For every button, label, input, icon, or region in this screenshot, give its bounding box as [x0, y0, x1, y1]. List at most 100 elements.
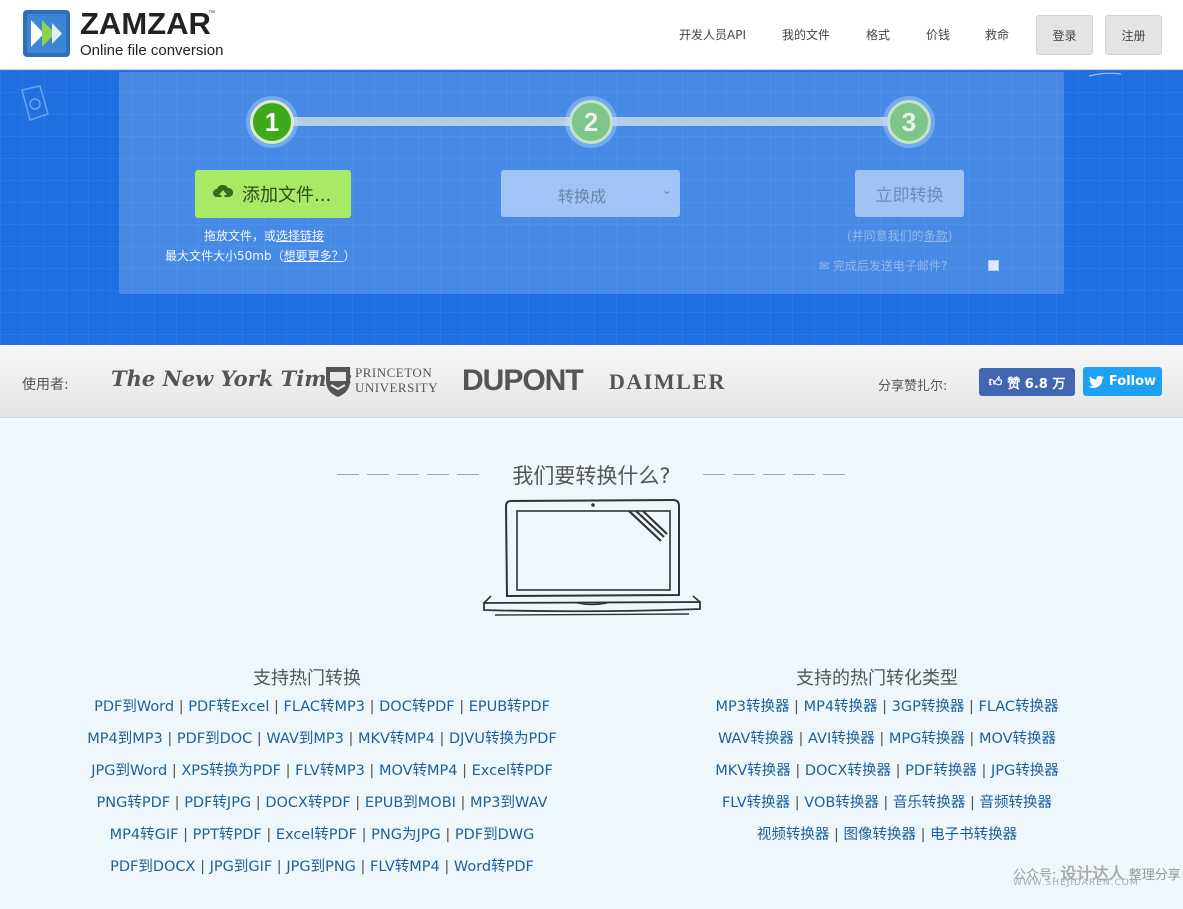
nav-my-files[interactable]: 我的文件 [782, 26, 830, 43]
conversion-link[interactable]: PDF转JPG [184, 795, 251, 811]
conversion-link[interactable]: 图像转换器 [844, 827, 917, 843]
conversion-link[interactable]: AVI转换器 [808, 731, 875, 747]
facebook-like-button[interactable]: 👍︎ 赞 6.8 万 [979, 368, 1075, 396]
conversion-link[interactable]: PPT转PDF [193, 827, 262, 843]
want-more-link[interactable]: 想要更多？ [284, 249, 344, 263]
conversion-link[interactable]: PDF到Word [94, 699, 174, 715]
conversion-link[interactable]: Excel转PDF [276, 827, 357, 843]
conversion-link[interactable]: MP4转GIF [110, 827, 179, 843]
upload-cloud-icon [213, 184, 234, 201]
conversion-link[interactable]: PDF到DOCX [110, 859, 195, 875]
add-files-label: 添加文件... [242, 185, 332, 206]
conversion-link[interactable]: 音频转换器 [980, 795, 1053, 811]
link-separator: | [439, 859, 454, 875]
conversion-link[interactable]: JPG到Word [91, 763, 167, 779]
conversion-link[interactable]: PNG转PDF [97, 795, 171, 811]
conversion-link[interactable]: JPG转换器 [991, 763, 1059, 779]
conversion-link[interactable]: PDF转换器 [905, 763, 977, 779]
conversion-link[interactable]: JPG到PNG [286, 859, 356, 875]
conversion-link[interactable]: Excel转PDF [472, 763, 553, 779]
max-size-text: 最大文件大小50mb（ [165, 249, 284, 263]
used-by-label: 使用者: [22, 377, 69, 393]
conversion-link[interactable]: MP4到MP3 [87, 731, 162, 747]
link-separator: | [454, 699, 469, 715]
email-notify-checkbox[interactable] [988, 260, 999, 271]
chevron-down-icon: ⌄ [661, 183, 672, 197]
conversion-link[interactable]: MP4转换器 [804, 699, 878, 715]
convert-now-button[interactable]: 立即转换 [855, 170, 964, 217]
princeton-shield-icon [326, 367, 350, 397]
conversion-link[interactable]: MOV转MP4 [379, 763, 458, 779]
terms-hint: (并同意我们的条款) [847, 227, 952, 244]
conversion-link[interactable]: 电子书转换器 [930, 827, 1017, 843]
convert-to-select[interactable]: 转换成 ⌄ [501, 170, 680, 217]
converter-panel: 1 2 3 添加文件... 拖放文件，或选择链接 最大文件大小50mb（想要更多… [119, 72, 1064, 294]
link-separator: | [440, 827, 455, 843]
brand-tagline: Online file conversion [80, 42, 224, 59]
conversion-link[interactable]: PNG为JPG [371, 827, 441, 843]
conversion-link[interactable]: FLV转MP4 [370, 859, 440, 875]
conversion-link[interactable]: PDF到DOC [177, 731, 252, 747]
conversion-link[interactable]: VOB转换器 [804, 795, 879, 811]
conversion-link[interactable]: WAV到MP3 [266, 731, 343, 747]
terms-post: ) [947, 229, 953, 243]
link-row: FLV转换器 | VOB转换器 | 音乐转换器 | 音频转换器 [662, 787, 1112, 819]
conversion-link[interactable]: MKV转换器 [715, 763, 790, 779]
partners-strip: 使用者: The New York Times PRINCETON UNIVER… [0, 345, 1183, 418]
conversion-link[interactable]: 视频转换器 [757, 827, 830, 843]
conversion-link[interactable]: PDF到DWG [455, 827, 535, 843]
nav-pricing[interactable]: 价钱 [926, 26, 950, 43]
email-notify-option: ✉ 完成后发送电子邮件? [819, 257, 947, 274]
conversion-link[interactable]: XPS转换为PDF [181, 763, 281, 779]
site-header: ZAMZAR ™ Online file conversion 开发人员API … [0, 0, 1183, 70]
link-row: MP4转GIF | PPT转PDF | Excel转PDF | PNG为JPG … [62, 819, 582, 851]
link-separator: | [252, 731, 267, 747]
select-link[interactable]: 选择链接 [276, 229, 324, 243]
max-size-hint: 最大文件大小50mb（想要更多？） [165, 247, 356, 264]
nav-developers-api[interactable]: 开发人员API [679, 26, 746, 43]
conversion-link[interactable]: WAV转换器 [718, 731, 794, 747]
terms-link[interactable]: 条款 [924, 229, 948, 243]
popular-types-title: 支持的热门转化类型 [796, 668, 958, 689]
conversion-link[interactable]: DOCX转PDF [265, 795, 350, 811]
nav-help[interactable]: 救命 [985, 26, 1009, 43]
conversion-link[interactable]: MKV转MP4 [358, 731, 435, 747]
brand-name[interactable]: ZAMZAR [80, 6, 211, 42]
twitter-follow-button[interactable]: Follow [1083, 367, 1162, 396]
divider-dash [763, 474, 785, 475]
conversion-link[interactable]: JPG到GIF [210, 859, 273, 875]
conversion-link[interactable]: DOC转PDF [379, 699, 454, 715]
conversion-link[interactable]: MP3转换器 [715, 699, 789, 715]
add-files-button[interactable]: 添加文件... [195, 170, 351, 218]
conversion-link[interactable]: 3GP转换器 [892, 699, 965, 715]
conversion-link[interactable]: EPUB到MOBI [365, 795, 456, 811]
zamzar-logo-icon[interactable] [22, 9, 71, 58]
conversion-link[interactable]: DOCX转换器 [805, 763, 891, 779]
step-3-number: 3 [887, 100, 931, 144]
conversion-link[interactable]: MP3到WAV [470, 795, 547, 811]
conversion-link[interactable]: FLV转换器 [722, 795, 790, 811]
login-button[interactable]: 登录 [1036, 15, 1093, 55]
conversion-link[interactable]: PDF转Excel [188, 699, 269, 715]
conversion-link[interactable]: DJVU转换为PDF [449, 731, 557, 747]
dupont-logo: DUPONT [462, 364, 584, 397]
link-separator: | [174, 699, 189, 715]
conversion-link[interactable]: Word转PDF [454, 859, 534, 875]
trademark-mark: ™ [208, 10, 215, 17]
conversion-link[interactable]: FLAC转换器 [978, 699, 1058, 715]
signup-button[interactable]: 注册 [1105, 15, 1162, 55]
conversion-link[interactable]: FLV转MP3 [295, 763, 365, 779]
link-separator: | [272, 859, 287, 875]
step-2-indicator: 2 [565, 96, 617, 148]
link-separator: | [365, 699, 380, 715]
conversion-link[interactable]: EPUB转PDF [469, 699, 550, 715]
conversion-link[interactable]: 音乐转换器 [893, 795, 966, 811]
conversion-link[interactable]: FLAC转MP3 [284, 699, 366, 715]
conversion-link[interactable]: MOV转换器 [979, 731, 1056, 747]
conversion-link[interactable]: MPG转换器 [889, 731, 965, 747]
max-size-end: ） [343, 249, 356, 263]
terms-pre: (并同意我们的 [847, 229, 924, 243]
link-separator: | [251, 795, 266, 811]
nav-formats[interactable]: 格式 [866, 26, 890, 43]
convert-to-label: 转换成 [558, 187, 607, 206]
